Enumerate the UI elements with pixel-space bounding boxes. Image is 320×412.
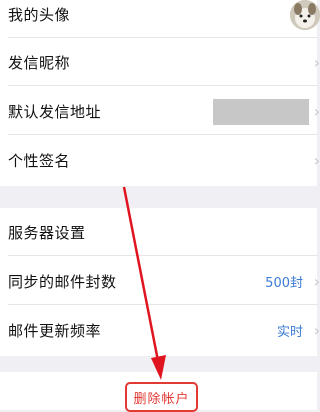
nickname-row[interactable]: 发信昵称 › (0, 38, 320, 86)
signature-label: 个性签名 (8, 151, 71, 170)
chevron-right-icon: › (313, 150, 320, 170)
account-section: 我的头像 发信昵称 › 默认发信地址 › 个性签名 › (0, 0, 320, 186)
chevron-right-icon: › (313, 320, 320, 340)
default-address-row[interactable]: 默认发信地址 › (0, 87, 320, 135)
divider (8, 134, 317, 135)
divider (8, 255, 317, 256)
delete-account-button[interactable]: 删除帐户 (125, 382, 198, 412)
sync-count-value: 500封 (265, 275, 303, 291)
sync-count-label: 同步的邮件封数 (8, 272, 117, 291)
nickname-label: 发信昵称 (8, 53, 71, 72)
sync-count-row[interactable]: 同步的邮件封数 500封 › (0, 257, 320, 305)
server-section: 服务器设置 同步的邮件封数 500封 › 邮件更新频率 实时 › (0, 208, 320, 356)
signature-row[interactable]: 个性签名 › (0, 136, 320, 184)
update-frequency-row[interactable]: 邮件更新频率 实时 › (0, 306, 320, 354)
divider (8, 85, 317, 86)
server-settings-row[interactable]: 服务器设置 (0, 208, 317, 256)
default-address-label: 默认发信地址 (8, 102, 102, 121)
dog-avatar-image (290, 0, 320, 30)
divider (8, 304, 317, 305)
server-settings-label: 服务器设置 (8, 223, 86, 242)
avatar[interactable] (290, 0, 320, 30)
avatar-row[interactable]: 我的头像 (0, 0, 317, 38)
update-frequency-label: 邮件更新频率 (8, 321, 102, 340)
redacted-email-value (213, 99, 309, 125)
chevron-right-icon: › (313, 271, 320, 291)
chevron-right-icon: › (313, 52, 320, 72)
chevron-right-icon: › (313, 101, 320, 121)
avatar-label: 我的头像 (8, 5, 71, 24)
update-frequency-value: 实时 (276, 324, 303, 340)
delete-section: 删除帐户 (0, 372, 317, 412)
